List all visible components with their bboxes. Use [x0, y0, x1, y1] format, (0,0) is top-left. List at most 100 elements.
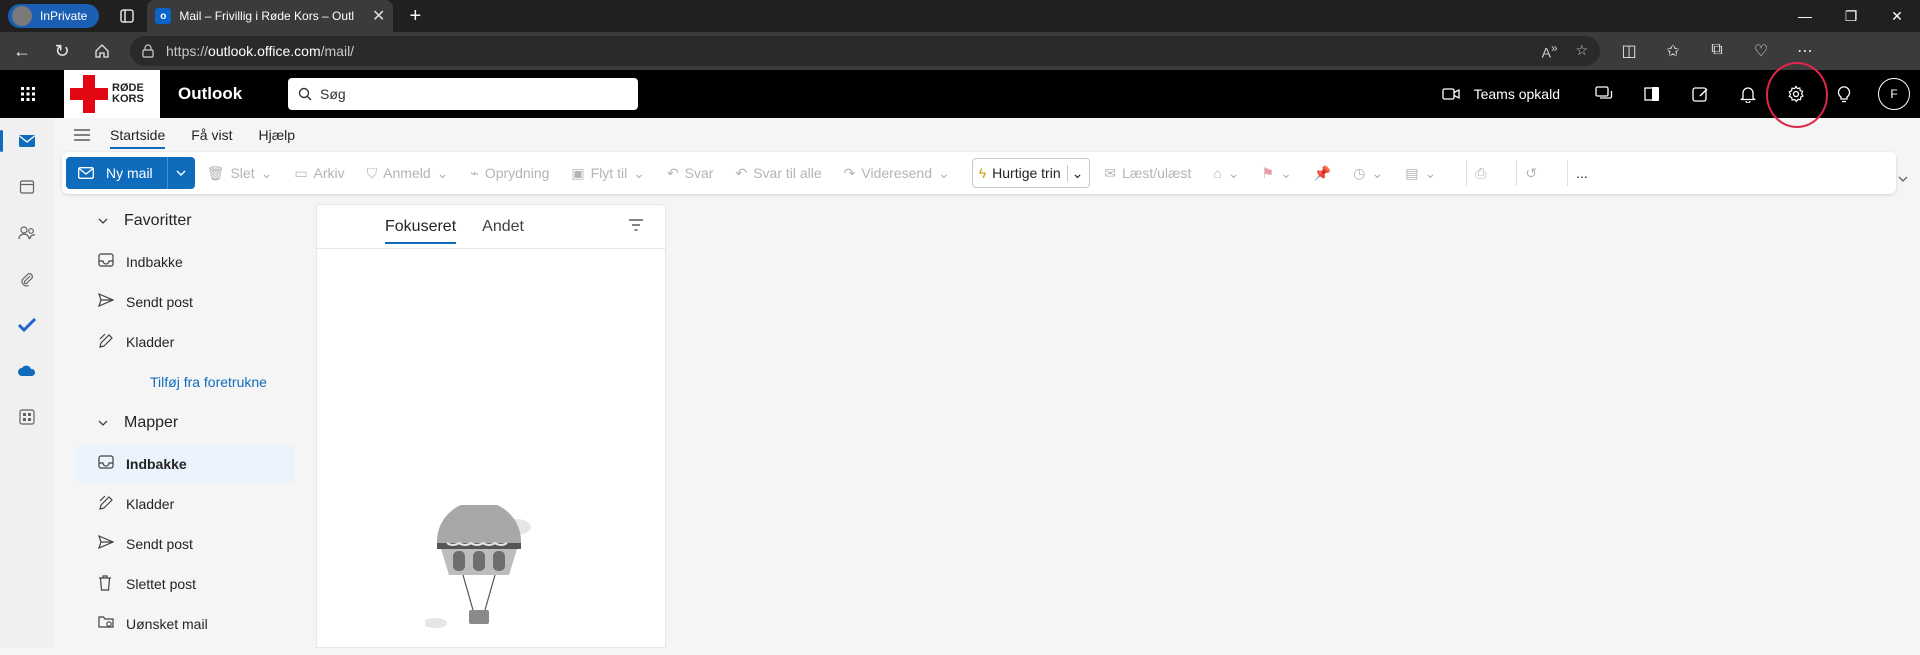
read-aloud-icon[interactable]: A»	[1542, 42, 1558, 61]
notifications-bell-icon[interactable]	[1724, 70, 1772, 118]
categorize-button[interactable]: ⌂ ⌄	[1213, 165, 1239, 182]
folder-item-sent[interactable]: Sendt post	[76, 524, 294, 564]
folder-item-junk[interactable]: Uønsket mail	[76, 604, 294, 644]
search-icon	[298, 87, 312, 101]
tab-actions-icon[interactable]	[113, 2, 141, 30]
send-icon	[98, 293, 116, 311]
inprivate-badge[interactable]: InPrivate	[8, 4, 100, 28]
trash-icon: 🗑	[206, 164, 225, 181]
forward-button[interactable]: ↷ Videresend ⌄	[844, 165, 950, 182]
collections-icon[interactable]: ⧉	[1702, 41, 1732, 61]
clock-icon: ◷	[1353, 164, 1366, 181]
todo-check-icon[interactable]	[0, 302, 54, 348]
undo-button[interactable]: ↺	[1525, 165, 1537, 182]
url-field[interactable]: https://outlook.office.com/mail/ A» ☆	[130, 36, 1600, 66]
attachment-icon[interactable]	[0, 256, 54, 302]
restore-icon[interactable]: ❐	[1828, 0, 1874, 32]
folder-item-deleted[interactable]: Slettet post	[76, 564, 294, 604]
report-button[interactable]: ⛉ Anmeld ⌄	[367, 165, 449, 182]
more-apps-icon[interactable]	[0, 394, 54, 440]
browser-toolbar: ◫ ✩ ⧉ ♡ ⋯	[1614, 41, 1820, 61]
add-favorite-link[interactable]: Tilføj fra foretrukne	[54, 362, 294, 402]
new-tab-button[interactable]: +	[403, 5, 427, 28]
header-actions: Teams opkald F	[1441, 62, 1920, 128]
browser-essentials-icon[interactable]: ♡	[1746, 41, 1776, 61]
favorite-star-icon[interactable]: ☆	[1575, 42, 1588, 61]
filter-icon[interactable]	[629, 219, 643, 231]
fav-item-sent[interactable]: Sendt post	[76, 282, 294, 322]
search-input[interactable]: Søg	[288, 78, 638, 110]
ribbon-toolbar: Ny mail 🗑 Slet ⌄ ▭ Arkiv ⛉ Anmeld ⌄ ⌁ Oprydnin…	[62, 152, 1896, 194]
tab-other[interactable]: Andet	[482, 218, 524, 236]
rules-button[interactable]: ▤ ⌄	[1405, 165, 1436, 182]
minimize-icon[interactable]: —	[1782, 0, 1828, 32]
browser-tab-bar: InPrivate o Mail – Frivillig i Røde Kors…	[0, 0, 1920, 32]
ribbon-expand-icon[interactable]	[1898, 176, 1908, 182]
quick-steps-button[interactable]: ϟ Hurtige trin ⌄	[971, 158, 1091, 188]
separator	[1516, 160, 1518, 186]
read-unread-button[interactable]: ✉ Læst/ulæst	[1104, 165, 1191, 182]
outlook-favicon-icon: o	[155, 8, 172, 24]
browser-tab-mail[interactable]: o Mail – Frivillig i Røde Kors – Outl ✕	[147, 0, 394, 32]
refresh-icon[interactable]: ↻	[44, 33, 80, 69]
account-avatar[interactable]: F	[1878, 78, 1910, 110]
sweep-button[interactable]: ⌁ Oprydning	[470, 165, 549, 182]
office-icon[interactable]	[1628, 70, 1676, 118]
favorites-icon[interactable]: ✩	[1658, 41, 1688, 61]
envelope-open-icon: ✉	[1104, 164, 1117, 181]
tab-faa-vist[interactable]: Få vist	[191, 121, 232, 149]
pin-button[interactable]: 📌	[1314, 165, 1331, 182]
my-day-icon[interactable]	[1676, 70, 1724, 118]
folder-move-icon: ▣	[571, 164, 585, 181]
folders-header[interactable]: Mapper	[54, 402, 294, 444]
folder-item-inbox[interactable]: Indbakke	[76, 444, 294, 484]
archive-button[interactable]: ▭ Arkiv	[294, 165, 344, 182]
hamburger-menu-icon[interactable]	[54, 129, 110, 141]
favorites-header[interactable]: Favoritter	[54, 200, 294, 242]
close-window-icon[interactable]: ✕	[1874, 0, 1920, 32]
inbox-tabs: Fokuseret Andet	[317, 205, 665, 249]
more-options-button[interactable]: ...	[1576, 165, 1588, 181]
inbox-icon	[98, 455, 116, 473]
reply-button[interactable]: ↶ Svar	[667, 165, 714, 182]
tab-hjaelp[interactable]: Hjælp	[258, 121, 295, 149]
org-logo[interactable]: RØDE KORS	[64, 70, 160, 118]
snooze-button[interactable]: ◷ ⌄	[1353, 165, 1383, 182]
new-mail-button[interactable]: Ny mail	[66, 157, 167, 189]
fav-item-inbox[interactable]: Indbakke	[76, 242, 294, 282]
back-icon[interactable]: ←	[4, 33, 40, 69]
flag-button[interactable]: ⚑ ⌄	[1262, 165, 1292, 182]
print-button[interactable]: ⎙	[1475, 165, 1486, 182]
chat-icon[interactable]	[1580, 70, 1628, 118]
new-mail-dropdown[interactable]	[166, 157, 195, 189]
reply-all-button[interactable]: ↶ Svar til alle	[735, 165, 821, 182]
fav-item-drafts[interactable]: Kladder	[76, 322, 294, 362]
folder-item-drafts[interactable]: Kladder	[76, 484, 294, 524]
delete-button[interactable]: 🗑 Slet ⌄	[207, 165, 273, 182]
send-icon	[98, 535, 116, 553]
outlook-header: RØDE KORS Outlook Søg Teams opkald F	[0, 62, 1920, 128]
people-icon[interactable]	[0, 210, 54, 256]
teams-call-label: Teams opkald	[1473, 86, 1560, 102]
browser-menu-icon[interactable]: ⋯	[1790, 41, 1820, 61]
split-screen-icon[interactable]: ◫	[1614, 41, 1644, 61]
broom-icon: ⌁	[470, 164, 479, 181]
tab-focused[interactable]: Fokuseret	[385, 208, 457, 246]
app-name[interactable]: Outlook	[178, 84, 288, 104]
settings-gear-icon[interactable]	[1766, 62, 1828, 128]
onedrive-icon[interactable]	[0, 348, 54, 394]
tips-lightbulb-icon[interactable]	[1820, 70, 1868, 118]
move-to-button[interactable]: ▣ Flyt til ⌄	[571, 165, 645, 182]
mail-icon[interactable]	[0, 118, 54, 164]
empty-state-balloon-illustration	[425, 505, 545, 655]
tab-startside[interactable]: Startside	[110, 121, 166, 149]
tag-icon: ⌂	[1213, 165, 1222, 181]
trash-icon	[98, 575, 116, 593]
home-icon[interactable]	[84, 33, 120, 69]
calendar-icon[interactable]	[0, 164, 54, 210]
app-launcher-icon[interactable]	[4, 70, 52, 118]
envelope-icon	[78, 167, 94, 179]
quick-steps-dropdown[interactable]: ⌄	[1066, 164, 1083, 182]
teams-call-button[interactable]: Teams opkald	[1441, 86, 1560, 102]
close-tab-icon[interactable]: ✕	[372, 6, 385, 26]
